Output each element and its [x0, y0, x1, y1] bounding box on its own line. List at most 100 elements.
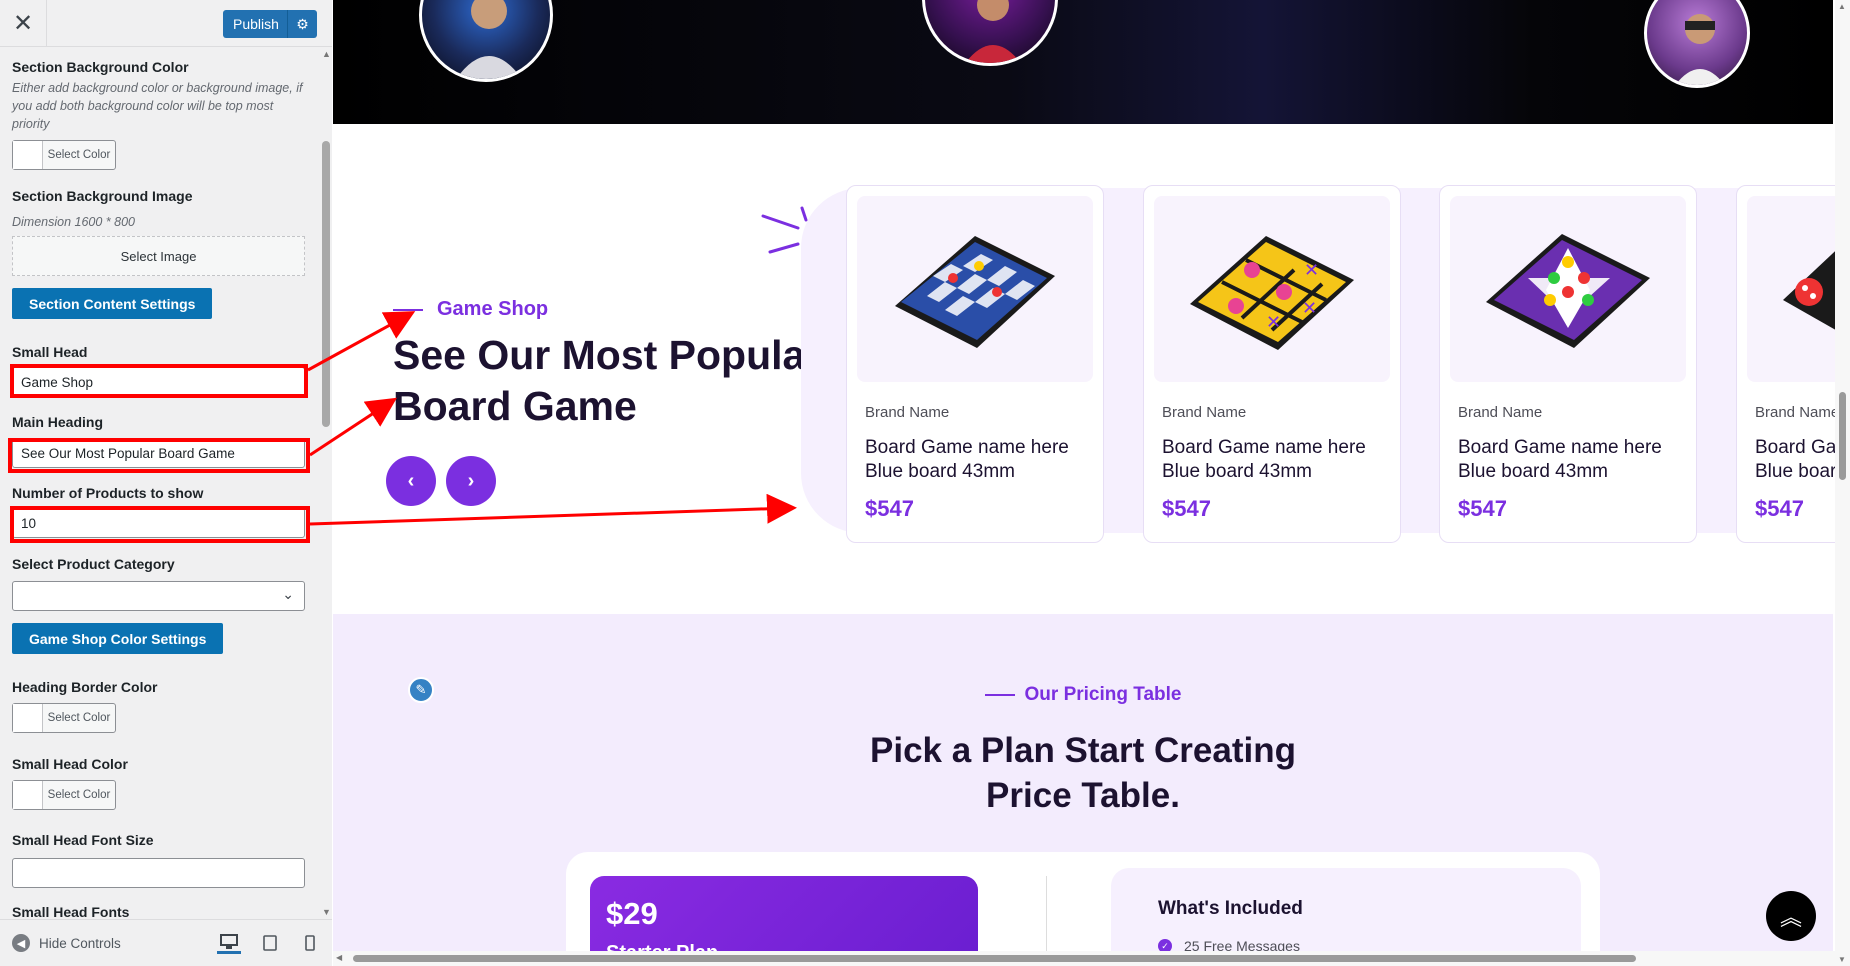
sidebar-scroll-thumb[interactable]	[322, 141, 330, 427]
carousel-prev-button[interactable]: ‹	[386, 456, 436, 506]
product-category-select[interactable]: ⌄	[12, 581, 305, 611]
mobile-icon	[305, 935, 315, 951]
customizer-controls: Section Background Color Either add back…	[0, 47, 320, 919]
site-preview: Game Shop See Our Most Popular Board Gam…	[333, 0, 1850, 966]
publish-button[interactable]: Publish ⚙	[223, 10, 317, 38]
product-card[interactable]: Brand Name Board Game name here Blue boa…	[1439, 185, 1697, 543]
chinese-checkers-board-image	[1486, 234, 1650, 348]
svg-text:✕: ✕	[1302, 298, 1317, 319]
preview-vertical-scrollbar[interactable]: ▲ ▼	[1835, 0, 1850, 966]
product-name-line2: Blue boar	[1755, 461, 1837, 482]
gear-icon[interactable]: ⚙	[287, 10, 317, 38]
section-content-settings-button[interactable]: Section Content Settings	[12, 288, 213, 319]
small-head-color-picker[interactable]: Select Color	[12, 780, 116, 810]
scroll-up-icon[interactable]: ▲	[322, 49, 331, 59]
scroll-down-icon[interactable]: ▼	[1838, 955, 1846, 964]
pricing-small-head-text: Our Pricing Table	[1024, 684, 1182, 705]
product-category-label: Select Product Category	[12, 556, 175, 572]
collapse-icon: ◀	[12, 934, 30, 952]
tablet-icon	[263, 935, 277, 951]
heading-border-color-picker[interactable]: Select Color	[12, 703, 116, 733]
color-swatch	[13, 141, 43, 169]
pricing-heading-line2: Price Table.	[986, 776, 1180, 815]
highlight-box-main-heading	[8, 438, 310, 473]
carousel-next-button[interactable]: ›	[446, 456, 496, 506]
product-image	[857, 196, 1093, 382]
main-heading: See Our Most Popular Board Game	[393, 332, 822, 429]
scroll-up-icon[interactable]: ▲	[1838, 2, 1846, 11]
small-head-fonts-label: Small Head Fonts	[12, 904, 130, 919]
preview-horizontal-scroll-thumb[interactable]	[353, 955, 1636, 962]
small-head-color-label: Small Head Color	[12, 756, 128, 772]
product-image	[1450, 196, 1686, 382]
scroll-down-icon[interactable]: ▼	[322, 907, 331, 917]
back-to-top-button[interactable]: ︽	[1766, 891, 1816, 941]
svg-text:✕: ✕	[1266, 312, 1281, 333]
gamer-photo-3	[1675, 14, 1725, 85]
product-price: $547	[1162, 496, 1211, 521]
small-head-font-size-label: Small Head Font Size	[12, 832, 154, 848]
product-price: $547	[1458, 496, 1507, 521]
publish-label: Publish	[233, 16, 279, 32]
customizer-sidebar: ✕ Publish ⚙ Section Background Color Eit…	[0, 0, 332, 966]
tic-tac-toe-board-image: ✕ ✕ ✕	[1190, 236, 1354, 350]
desktop-preview-button[interactable]	[217, 932, 241, 954]
bg-image-label: Section Background Image	[12, 188, 193, 204]
pricing-heading: Pick a Plan Start Creating Price Table.	[333, 728, 1833, 818]
small-head-label: Small Head	[12, 344, 88, 360]
checkers-board-image	[895, 236, 1055, 348]
hero-banner	[333, 0, 1833, 124]
game-shop-color-settings-button[interactable]: Game Shop Color Settings	[12, 623, 224, 654]
svg-text:✕: ✕	[1304, 260, 1319, 281]
bg-image-description: Dimension 1600 * 800	[12, 215, 135, 229]
gamer-avatar-1	[419, 0, 553, 82]
product-card[interactable]: Brand Name Board Game name here Blue boa…	[846, 185, 1104, 543]
sidebar-scrollbar[interactable]: ▲ ▼	[320, 47, 332, 919]
gamer-avatar-3	[1644, 0, 1750, 88]
product-brand: Brand Name	[1755, 404, 1840, 421]
color-swatch	[13, 781, 43, 809]
pricing-small-head-line	[984, 694, 1015, 696]
highlight-box-num-products	[10, 506, 310, 543]
hide-controls-label: Hide Controls	[39, 935, 121, 951]
product-image: ✕ ✕ ✕	[1154, 196, 1390, 382]
pricing-heading-line1: Pick a Plan Start Creating	[870, 731, 1296, 770]
product-card[interactable]: Brand Name Board Ga Blue boar $547	[1736, 185, 1850, 543]
product-brand: Brand Name	[1458, 404, 1543, 421]
pricing-section: ✎ Our Pricing Table Pick a Plan Start Cr…	[333, 614, 1833, 966]
small-head-line	[393, 308, 423, 311]
select-image-button[interactable]: Select Image	[12, 236, 305, 276]
small-head-font-size-input[interactable]	[12, 858, 305, 888]
product-price: $547	[865, 496, 914, 521]
select-color-text: Select Color	[47, 789, 111, 801]
included-title: What's Included	[1158, 898, 1303, 919]
scroll-left-icon[interactable]: ◀	[336, 953, 342, 962]
product-card[interactable]: ✕ ✕ ✕ Brand Name Board Game name here Bl…	[1143, 185, 1401, 543]
small-head: Game Shop	[393, 298, 548, 321]
preview-vertical-scroll-thumb[interactable]	[1839, 392, 1846, 480]
product-name[interactable]: Board Game name here Blue board 43mm	[1162, 436, 1392, 484]
product-price: $547	[1755, 496, 1804, 521]
customizer-header: ✕ Publish ⚙	[0, 0, 332, 47]
game-shop-section: Game Shop See Our Most Popular Board Gam…	[333, 124, 1850, 614]
close-icon: ✕	[12, 10, 34, 37]
plan-price: $29	[606, 896, 658, 931]
preview-horizontal-scrollbar[interactable]: ◀	[333, 951, 1835, 966]
chevron-left-icon: ‹	[407, 469, 415, 492]
close-customizer-button[interactable]: ✕	[0, 0, 47, 47]
mobile-preview-button[interactable]	[298, 932, 322, 954]
product-name[interactable]: Board Game name here Blue board 43mm	[865, 436, 1095, 484]
tablet-preview-button[interactable]	[258, 932, 282, 954]
product-brand: Brand Name	[865, 404, 950, 421]
hide-controls-button[interactable]: ◀ Hide Controls	[12, 934, 121, 952]
select-color-text: Select Color	[47, 712, 111, 724]
product-name-line1: Board Ga	[1755, 437, 1837, 458]
desktop-icon	[220, 933, 238, 949]
customizer-footer: ◀ Hide Controls	[0, 919, 332, 966]
bg-color-description: Either add background color or backgroun…	[12, 81, 303, 131]
num-products-label: Number of Products to show	[12, 485, 204, 501]
product-name[interactable]: Board Game name here Blue board 43mm	[1458, 436, 1688, 484]
double-chevron-up-icon: ︽	[1779, 905, 1802, 930]
chevron-right-icon: ›	[467, 469, 475, 492]
bg-color-picker[interactable]: Select Color	[12, 140, 116, 170]
